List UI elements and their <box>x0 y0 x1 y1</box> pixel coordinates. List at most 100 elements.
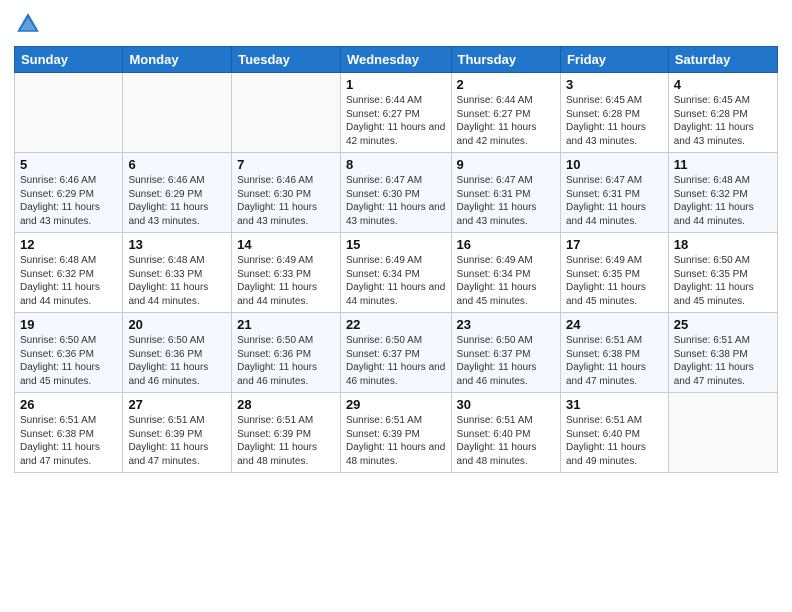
day-number: 26 <box>20 397 117 412</box>
day-info: Sunrise: 6:49 AMSunset: 6:33 PMDaylight:… <box>237 254 335 308</box>
logo <box>14 10 46 38</box>
day-number: 6 <box>128 157 226 172</box>
calendar-cell: 4 Sunrise: 6:45 AMSunset: 6:28 PMDaylight… <box>668 73 777 153</box>
day-number: 4 <box>674 77 772 92</box>
day-info: Sunrise: 6:47 AMSunset: 6:31 PMDaylight:… <box>566 174 663 228</box>
calendar-cell: 27 Sunrise: 6:51 AMSunset: 6:39 PMDayligh… <box>123 393 232 473</box>
calendar-cell: 12 Sunrise: 6:48 AMSunset: 6:32 PMDayligh… <box>15 233 123 313</box>
day-info: Sunrise: 6:51 AMSunset: 6:39 PMDaylight:… <box>237 414 335 468</box>
day-number: 13 <box>128 237 226 252</box>
calendar-cell: 13 Sunrise: 6:48 AMSunset: 6:33 PMDayligh… <box>123 233 232 313</box>
weekday-header-saturday: Saturday <box>668 47 777 73</box>
day-info: Sunrise: 6:51 AMSunset: 6:39 PMDaylight:… <box>128 414 226 468</box>
day-info: Sunrise: 6:45 AMSunset: 6:28 PMDaylight:… <box>566 94 663 148</box>
calendar-cell: 9Sunrise: 6:47 AMSunset: 6:31 PMDaylight… <box>451 153 560 233</box>
calendar-cell: 18 Sunrise: 6:50 AMSunset: 6:35 PMDayligh… <box>668 233 777 313</box>
calendar-cell: 28Sunrise: 6:51 AMSunset: 6:39 PMDayligh… <box>232 393 341 473</box>
weekday-header-monday: Monday <box>123 47 232 73</box>
day-info: Sunrise: 6:50 AMSunset: 6:37 PMDaylight:… <box>457 334 555 388</box>
day-info: Sunrise: 6:49 AMSunset: 6:34 PMDaylight:… <box>457 254 555 308</box>
day-number: 17 <box>566 237 663 252</box>
day-info: Sunrise: 6:51 AMSunset: 6:40 PMDaylight:… <box>457 414 555 468</box>
calendar-cell: 10 Sunrise: 6:47 AMSunset: 6:31 PMDayligh… <box>560 153 668 233</box>
day-info: Sunrise: 6:48 AMSunset: 6:32 PMDaylight:… <box>674 174 772 228</box>
day-number: 27 <box>128 397 226 412</box>
week-row-2: 12 Sunrise: 6:48 AMSunset: 6:32 PMDayligh… <box>15 233 778 313</box>
day-info: Sunrise: 6:48 AMSunset: 6:32 PMDaylight:… <box>20 254 117 308</box>
calendar-cell: 11 Sunrise: 6:48 AMSunset: 6:32 PMDayligh… <box>668 153 777 233</box>
day-info: Sunrise: 6:47 AMSunset: 6:31 PMDaylight:… <box>457 174 555 228</box>
day-info: Sunrise: 6:51 AMSunset: 6:39 PMDaylight:… <box>346 414 446 468</box>
calendar-cell: 29 Sunrise: 6:51 AMSunset: 6:39 PMDayligh… <box>340 393 451 473</box>
day-number: 15 <box>346 237 446 252</box>
calendar: SundayMondayTuesdayWednesdayThursdayFrid… <box>14 46 778 473</box>
day-info: Sunrise: 6:47 AMSunset: 6:30 PMDaylight:… <box>346 174 446 228</box>
day-info: Sunrise: 6:51 AMSunset: 6:38 PMDaylight:… <box>566 334 663 388</box>
calendar-cell: 22 Sunrise: 6:50 AMSunset: 6:37 PMDayligh… <box>340 313 451 393</box>
calendar-cell: 24 Sunrise: 6:51 AMSunset: 6:38 PMDayligh… <box>560 313 668 393</box>
day-info: Sunrise: 6:46 AMSunset: 6:30 PMDaylight:… <box>237 174 335 228</box>
calendar-cell: 19 Sunrise: 6:50 AMSunset: 6:36 PMDayligh… <box>15 313 123 393</box>
day-number: 21 <box>237 317 335 332</box>
day-info: Sunrise: 6:44 AMSunset: 6:27 PMDaylight:… <box>346 94 446 148</box>
calendar-cell: 14 Sunrise: 6:49 AMSunset: 6:33 PMDayligh… <box>232 233 341 313</box>
weekday-header-sunday: Sunday <box>15 47 123 73</box>
header <box>14 10 778 38</box>
day-info: Sunrise: 6:51 AMSunset: 6:38 PMDaylight:… <box>20 414 117 468</box>
calendar-cell: 1 Sunrise: 6:44 AMSunset: 6:27 PMDaylight… <box>340 73 451 153</box>
weekday-header-wednesday: Wednesday <box>340 47 451 73</box>
day-number: 22 <box>346 317 446 332</box>
day-number: 14 <box>237 237 335 252</box>
calendar-cell: 15 Sunrise: 6:49 AMSunset: 6:34 PMDayligh… <box>340 233 451 313</box>
week-row-4: 26 Sunrise: 6:51 AMSunset: 6:38 PMDayligh… <box>15 393 778 473</box>
day-info: Sunrise: 6:50 AMSunset: 6:36 PMDaylight:… <box>20 334 117 388</box>
day-info: Sunrise: 6:51 AMSunset: 6:38 PMDaylight:… <box>674 334 772 388</box>
day-number: 19 <box>20 317 117 332</box>
day-info: Sunrise: 6:50 AMSunset: 6:35 PMDaylight:… <box>674 254 772 308</box>
day-number: 20 <box>128 317 226 332</box>
day-number: 5 <box>20 157 117 172</box>
day-info: Sunrise: 6:51 AMSunset: 6:40 PMDaylight:… <box>566 414 663 468</box>
week-row-0: 1 Sunrise: 6:44 AMSunset: 6:27 PMDaylight… <box>15 73 778 153</box>
day-number: 3 <box>566 77 663 92</box>
day-info: Sunrise: 6:45 AMSunset: 6:28 PMDaylight:… <box>674 94 772 148</box>
day-info: Sunrise: 6:50 AMSunset: 6:36 PMDaylight:… <box>237 334 335 388</box>
day-number: 30 <box>457 397 555 412</box>
day-info: Sunrise: 6:48 AMSunset: 6:33 PMDaylight:… <box>128 254 226 308</box>
day-number: 18 <box>674 237 772 252</box>
calendar-cell: 31 Sunrise: 6:51 AMSunset: 6:40 PMDayligh… <box>560 393 668 473</box>
day-info: Sunrise: 6:50 AMSunset: 6:37 PMDaylight:… <box>346 334 446 388</box>
day-number: 31 <box>566 397 663 412</box>
day-number: 7 <box>237 157 335 172</box>
weekday-header-row: SundayMondayTuesdayWednesdayThursdayFrid… <box>15 47 778 73</box>
calendar-cell: 3 Sunrise: 6:45 AMSunset: 6:28 PMDaylight… <box>560 73 668 153</box>
logo-icon <box>14 10 42 38</box>
day-number: 2 <box>457 77 555 92</box>
day-number: 8 <box>346 157 446 172</box>
day-info: Sunrise: 6:46 AMSunset: 6:29 PMDaylight:… <box>128 174 226 228</box>
day-number: 1 <box>346 77 446 92</box>
day-info: Sunrise: 6:50 AMSunset: 6:36 PMDaylight:… <box>128 334 226 388</box>
calendar-cell: 17 Sunrise: 6:49 AMSunset: 6:35 PMDayligh… <box>560 233 668 313</box>
calendar-cell: 8 Sunrise: 6:47 AMSunset: 6:30 PMDaylight… <box>340 153 451 233</box>
calendar-cell: 21 Sunrise: 6:50 AMSunset: 6:36 PMDayligh… <box>232 313 341 393</box>
day-number: 12 <box>20 237 117 252</box>
calendar-cell: 20 Sunrise: 6:50 AMSunset: 6:36 PMDayligh… <box>123 313 232 393</box>
week-row-1: 5 Sunrise: 6:46 AMSunset: 6:29 PMDaylight… <box>15 153 778 233</box>
day-number: 11 <box>674 157 772 172</box>
day-number: 25 <box>674 317 772 332</box>
calendar-cell: 23 Sunrise: 6:50 AMSunset: 6:37 PMDayligh… <box>451 313 560 393</box>
day-info: Sunrise: 6:49 AMSunset: 6:35 PMDaylight:… <box>566 254 663 308</box>
day-info: Sunrise: 6:49 AMSunset: 6:34 PMDaylight:… <box>346 254 446 308</box>
calendar-cell <box>232 73 341 153</box>
calendar-cell: 5Sunrise: 6:46 AMSunset: 6:29 PMDaylight… <box>15 153 123 233</box>
calendar-cell: 25 Sunrise: 6:51 AMSunset: 6:38 PMDayligh… <box>668 313 777 393</box>
day-number: 10 <box>566 157 663 172</box>
calendar-cell: 2 Sunrise: 6:44 AMSunset: 6:27 PMDaylight… <box>451 73 560 153</box>
day-number: 29 <box>346 397 446 412</box>
day-number: 24 <box>566 317 663 332</box>
day-info: Sunrise: 6:44 AMSunset: 6:27 PMDaylight:… <box>457 94 555 148</box>
calendar-cell <box>15 73 123 153</box>
weekday-header-friday: Friday <box>560 47 668 73</box>
day-number: 23 <box>457 317 555 332</box>
